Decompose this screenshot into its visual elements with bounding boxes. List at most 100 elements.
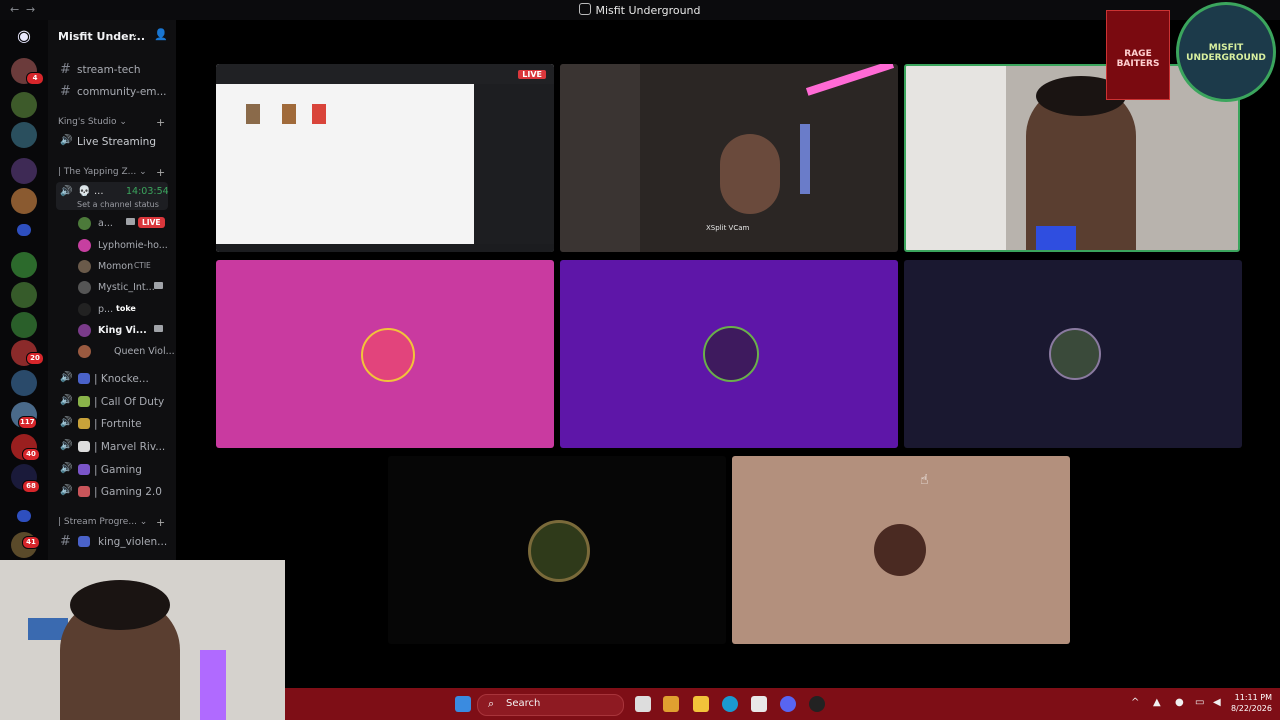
mention-badge: 4 <box>26 72 44 85</box>
server-icon[interactable] <box>11 122 37 148</box>
display-icon[interactable]: ▭ <box>1195 697 1204 708</box>
voice-channel[interactable]: 🔊 | Fortnite <box>48 414 176 434</box>
clock-date: 8/22/2026 <box>1230 704 1272 713</box>
server-icon[interactable] <box>11 282 37 308</box>
mention-badge: 20 <box>26 352 44 365</box>
voice-user[interactable]: Momon CTIE <box>48 257 176 277</box>
live-badge: LIVE <box>518 70 546 79</box>
rage-baiters-book-logo: RAGE BAITERS <box>1106 10 1170 100</box>
avatar-tile[interactable] <box>388 456 726 644</box>
streamer-hair <box>70 580 170 630</box>
task-view-icon[interactable] <box>635 696 651 712</box>
microphone <box>1036 226 1076 250</box>
channel-community-em[interactable]: # community-em... <box>48 82 176 102</box>
channel-label: | Marvel Riv... <box>94 441 166 453</box>
server-icon[interactable] <box>11 312 37 338</box>
shared-taskbar <box>216 244 554 252</box>
voice-user[interactable]: Mystic_Int... <box>48 278 176 298</box>
start-icon[interactable] <box>455 696 471 712</box>
copilot-icon[interactable] <box>663 696 679 712</box>
voice-user[interactable]: Lyphomie-ho... <box>48 236 176 256</box>
discord-icon[interactable] <box>780 696 796 712</box>
network-icon[interactable]: ▲ <box>1153 697 1161 708</box>
add-channel-icon[interactable]: + <box>156 116 165 129</box>
screenshare-tile[interactable]: LIVE <box>216 64 554 252</box>
taskbar-clock[interactable]: 11:11 PM 8/22/2026 <box>1231 692 1272 714</box>
avatar <box>78 324 91 337</box>
video-tile[interactable]: XSplit VCam <box>560 64 898 252</box>
avatar-tile[interactable] <box>560 260 898 448</box>
channel-label: | Fortnite <box>94 418 142 430</box>
category-stream-progress[interactable]: | Stream Progre... ⌄ + <box>58 516 165 529</box>
server-icon[interactable] <box>11 370 37 396</box>
microphone-icon[interactable]: ● <box>1175 697 1184 708</box>
add-channel-icon[interactable]: + <box>156 166 165 179</box>
store-icon[interactable] <box>751 696 767 712</box>
category-yapping[interactable]: | The Yapping Z... ⌄ + <box>58 166 165 179</box>
add-channel-icon[interactable]: + <box>156 516 165 529</box>
video-tile-speaking[interactable] <box>904 64 1240 252</box>
product-thumbnail <box>246 104 260 124</box>
channel-status-prompt[interactable]: Set a channel status <box>77 200 159 209</box>
live-badge: LIVE <box>138 217 165 228</box>
neon-light <box>805 64 895 96</box>
search-icon: ⌕ <box>488 697 495 710</box>
avatar <box>1049 328 1101 380</box>
voice-channel[interactable]: 🔊 | Gaming 2.0 <box>48 482 176 502</box>
server-icon[interactable] <box>11 92 37 118</box>
server-header[interactable]: Misfit Under... ⌄ 👤 <box>48 20 176 54</box>
streamer-webcam <box>0 560 285 720</box>
voice-channel[interactable]: 🔊 | Gaming <box>48 460 176 480</box>
avatar-tile[interactable] <box>216 260 554 448</box>
speaker-icon: 🔊 <box>60 440 73 451</box>
discord-home-icon[interactable]: ◉ <box>11 26 37 46</box>
server-icon[interactable] <box>11 188 37 214</box>
category-kings-studio[interactable]: King's Studio ⌄ + <box>58 116 165 129</box>
speaker-icon: 🔊 <box>60 485 73 496</box>
hash-icon: # <box>60 534 71 549</box>
channel-live-streaming[interactable]: 🔊 Live Streaming <box>48 132 176 152</box>
product-thumbnail <box>282 104 296 124</box>
channel-stream-tech[interactable]: # stream-tech <box>48 60 176 80</box>
server-icon[interactable] <box>11 252 37 278</box>
avatar <box>78 303 91 316</box>
voice-user[interactable]: a... LIVE <box>48 214 176 234</box>
mention-badge: 40 <box>22 448 40 461</box>
mention-badge: 117 <box>18 416 37 429</box>
user-name: King Vi... <box>98 325 147 336</box>
server-icon <box>579 3 592 15</box>
voice-channel[interactable]: 🔊 | Call Of Duty <box>48 392 176 412</box>
server-icon[interactable] <box>11 158 37 184</box>
speaker-icon: 🔊 <box>60 135 73 146</box>
avatar-tile[interactable] <box>732 456 1070 644</box>
server-rail: ◉ 4 20 117 40 68 41 <box>0 20 48 560</box>
voice-user[interactable]: Queen Viol... <box>48 342 176 362</box>
obs-icon[interactable] <box>809 696 825 712</box>
voice-user[interactable]: p... toke <box>48 300 176 320</box>
misfit-underground-logo: MISFIT UNDERGROUND <box>1176 2 1276 102</box>
speaker-icon: 🔊 <box>60 186 73 197</box>
voice-user[interactable]: King Vi... <box>48 321 176 341</box>
speaker-icon[interactable]: ◀ <box>1213 697 1221 708</box>
category-label: | The Yapping Z... ⌄ <box>58 167 147 177</box>
voice-channel[interactable]: 🔊 | Knocke... <box>48 369 176 389</box>
title-bar: ← → Misfit Underground <box>0 0 1280 20</box>
edge-icon[interactable] <box>722 696 738 712</box>
file-explorer-icon[interactable] <box>693 696 709 712</box>
hash-icon: # <box>60 62 71 77</box>
folder-icon[interactable] <box>17 224 31 236</box>
window-title: Misfit Underground <box>0 3 1280 17</box>
folder-icon[interactable] <box>17 510 31 522</box>
skull-icon: 💀 <box>78 186 91 197</box>
avatar <box>528 520 590 582</box>
voice-channel[interactable]: 🔊 | Marvel Riv... <box>48 437 176 457</box>
speaker-icon: 🔊 <box>60 463 73 474</box>
taskbar-search[interactable]: ⌕ Search <box>477 694 624 716</box>
channel-king-violen[interactable]: # king_violen... <box>48 532 176 552</box>
add-member-icon[interactable]: 👤 <box>154 28 168 41</box>
chevron-up-icon[interactable]: ^ <box>1131 697 1139 708</box>
video-icon <box>154 325 163 332</box>
avatar <box>361 328 415 382</box>
avatar-tile[interactable] <box>904 260 1242 448</box>
channel-emoji-icon <box>78 464 90 475</box>
